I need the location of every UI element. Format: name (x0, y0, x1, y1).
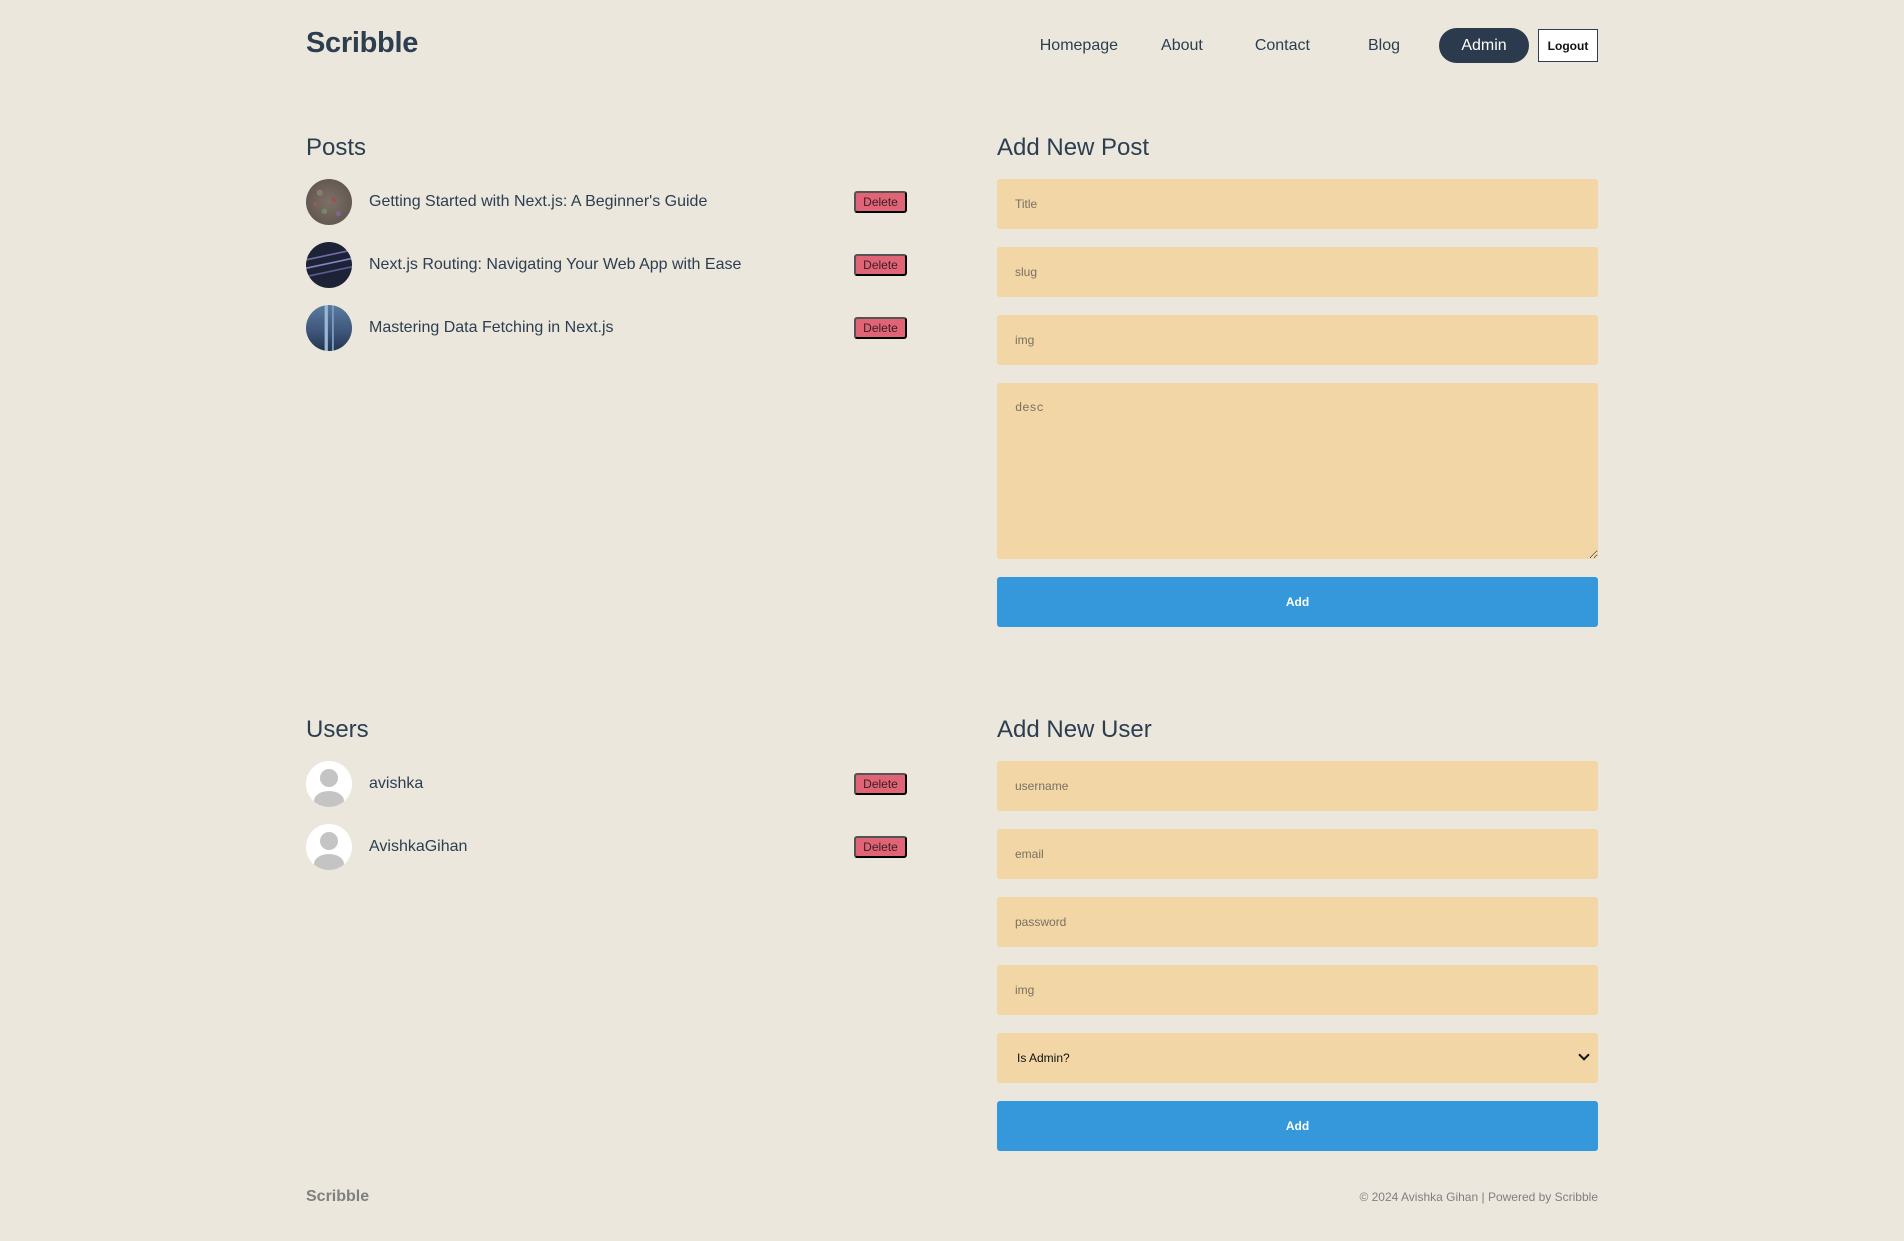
post-thumbnail (306, 179, 352, 225)
delete-user-button[interactable]: Delete (854, 773, 907, 795)
is-admin-select-wrapper: Is Admin? (997, 1033, 1598, 1083)
email-input[interactable] (997, 829, 1598, 879)
post-title: Next.js Routing: Navigating Your Web App… (369, 256, 742, 273)
post-thumbnail (306, 242, 352, 288)
user-name: avishka (369, 775, 424, 792)
users-list: avishka Delete AvishkaGihan Delete (306, 761, 907, 870)
delete-post-button[interactable]: Delete (854, 317, 907, 339)
add-post-form: Add New Post Add (997, 134, 1598, 627)
user-avatar-icon (306, 824, 352, 870)
nav-blog[interactable]: Blog (1368, 37, 1400, 55)
add-user-fields: Is Admin? Add (997, 761, 1598, 1151)
add-post-button[interactable]: Add (997, 577, 1598, 627)
posts-list: Getting Started with Next.js: A Beginner… (306, 179, 907, 351)
nav-contact[interactable]: Contact (1255, 37, 1310, 55)
post-desc-textarea[interactable] (997, 383, 1598, 559)
nav-homepage[interactable]: Homepage (1040, 37, 1118, 55)
post-slug-input[interactable] (997, 247, 1598, 297)
user-img-input[interactable] (997, 965, 1598, 1015)
logout-button[interactable]: Logout (1538, 29, 1598, 62)
users-title: Users (306, 716, 369, 743)
delete-post-button[interactable]: Delete (854, 254, 907, 276)
post-item: Getting Started with Next.js: A Beginner… (306, 179, 907, 225)
user-item: avishka Delete (306, 761, 907, 807)
add-post-title: Add New Post (997, 134, 1150, 161)
user-item: AvishkaGihan Delete (306, 824, 907, 870)
nav-about[interactable]: About (1161, 37, 1203, 55)
nav-admin[interactable]: Admin (1439, 28, 1529, 63)
delete-post-button[interactable]: Delete (854, 191, 907, 213)
posts-list-column: Posts Getting Started with Next.js: A Be… (306, 134, 907, 368)
post-item: Next.js Routing: Navigating Your Web App… (306, 242, 907, 288)
post-thumbnail (306, 305, 352, 351)
post-title-input[interactable] (997, 179, 1598, 229)
post-title: Mastering Data Fetching in Next.js (369, 319, 614, 336)
post-item: Mastering Data Fetching in Next.js Delet… (306, 305, 907, 351)
post-title: Getting Started with Next.js: A Beginner… (369, 193, 708, 210)
password-input[interactable] (997, 897, 1598, 947)
logo[interactable]: Scribble (306, 27, 418, 60)
main-nav: Homepage About Contact Blog Admin Logout (1040, 28, 1598, 63)
delete-user-button[interactable]: Delete (854, 836, 907, 858)
username-input[interactable] (997, 761, 1598, 811)
users-list-column: Users avishka Delete AvishkaGihan Delete (306, 716, 907, 887)
post-img-input[interactable] (997, 315, 1598, 365)
is-admin-select[interactable]: Is Admin? (997, 1033, 1598, 1083)
add-user-button[interactable]: Add (997, 1101, 1598, 1151)
add-user-form: Add New User Is Admin? Add (997, 716, 1598, 1151)
posts-title: Posts (306, 134, 367, 161)
footer-logo: Scribble (306, 1188, 370, 1205)
add-post-fields: Add (997, 179, 1598, 627)
footer-copyright: © 2024 Avishka Gihan | Powered by Scribb… (1359, 1190, 1598, 1204)
page: Scribble Homepage About Contact Blog Adm… (306, 0, 1598, 1241)
header: Scribble Homepage About Contact Blog Adm… (306, 0, 1598, 90)
user-name: AvishkaGihan (369, 838, 468, 855)
footer: Scribble © 2024 Avishka Gihan | Powered … (306, 1188, 1598, 1208)
add-user-title: Add New User (997, 716, 1152, 743)
user-avatar-icon (306, 761, 352, 807)
